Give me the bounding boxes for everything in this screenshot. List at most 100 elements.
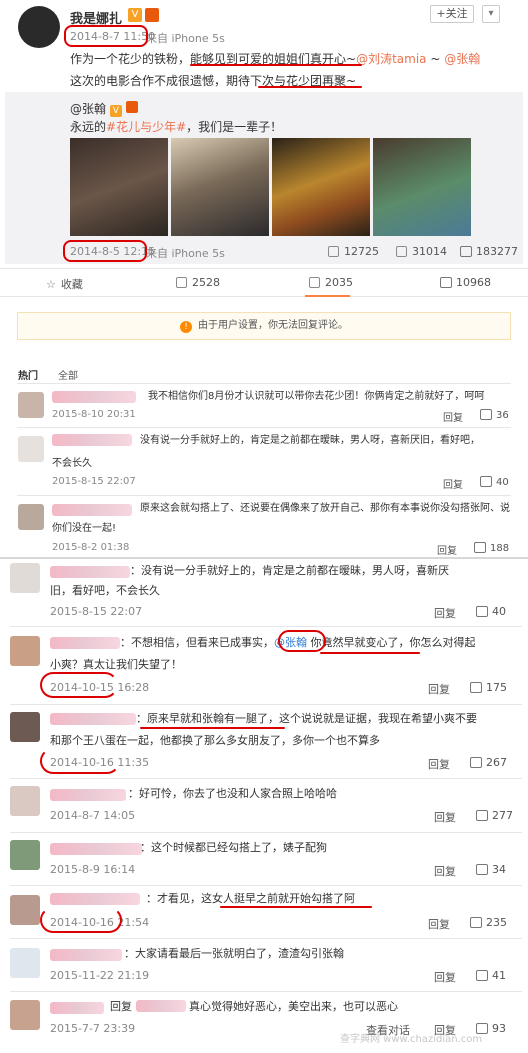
like-icon <box>440 277 452 288</box>
like-button[interactable]: 188 <box>474 542 509 554</box>
avatar[interactable] <box>10 840 40 870</box>
like-button[interactable]: 10968 <box>440 276 491 289</box>
reply-button[interactable]: 回复 <box>437 542 457 557</box>
avatar[interactable] <box>10 636 40 666</box>
photo-4[interactable] <box>373 138 471 236</box>
commenter-name[interactable] <box>52 434 132 446</box>
mention-link[interactable]: @张翰 <box>444 52 480 66</box>
mention-link[interactable]: @刘涛tamia <box>356 52 426 66</box>
highlight-ring <box>278 630 326 652</box>
photo-2[interactable] <box>171 138 269 236</box>
comment-date: 2014-8-7 14:05 <box>50 809 136 822</box>
tab-hot[interactable]: 热门 <box>18 367 38 382</box>
comment-text: ：这个时候都已经勾搭上了，婊子配狗 <box>140 841 327 854</box>
repost-stat-comment[interactable]: 31014 <box>396 245 447 258</box>
comment-text: 回复 真心觉得她好恶心，美空出来，也可以恶心 <box>110 1000 398 1013</box>
highlight-ring <box>40 748 120 774</box>
fav-button[interactable]: ☆ 收藏 <box>46 276 83 292</box>
highlight-underline <box>190 64 362 66</box>
commenter-name[interactable] <box>50 893 140 905</box>
commenter-name[interactable] <box>52 504 132 516</box>
avatar[interactable] <box>10 895 40 925</box>
repost-author[interactable]: @张翰 V <box>70 100 138 117</box>
highlight-underline <box>140 727 285 729</box>
like-button[interactable]: 41 <box>476 969 506 982</box>
reply-button[interactable]: 回复 <box>434 863 456 879</box>
avatar[interactable] <box>10 563 40 593</box>
comment-icon <box>309 277 320 288</box>
avatar[interactable] <box>10 712 40 742</box>
reply-button[interactable]: 回复 <box>434 809 456 825</box>
highlight-ring <box>64 25 148 47</box>
vip-icon <box>145 8 159 22</box>
comment-date: 2015-8-2 01:38 <box>52 542 130 553</box>
reply-button[interactable]: 回复 <box>428 756 450 772</box>
repost-button[interactable]: 2528 <box>176 276 220 289</box>
like-icon <box>470 682 482 693</box>
more-chevron-icon[interactable]: ▾ <box>482 5 500 23</box>
reply-button[interactable]: 回复 <box>428 681 450 697</box>
like-icon <box>474 542 486 553</box>
like-icon <box>470 757 482 768</box>
like-icon <box>476 810 488 821</box>
reply-button[interactable]: 回复 <box>428 916 450 932</box>
avatar[interactable] <box>18 504 44 530</box>
comment-date: 2015-8-9 16:14 <box>50 863 136 876</box>
reply-target-name[interactable] <box>135 1000 186 1012</box>
comment-text: 原来这会就勾搭上了、还说要在偶像来了放开自己、那你有本事说你没勾搭张阿、说 <box>140 503 510 514</box>
repost-icon <box>176 277 187 288</box>
photo-3[interactable] <box>272 138 370 236</box>
reply-button[interactable]: 回复 <box>434 969 456 985</box>
verified-icon: V <box>109 105 122 117</box>
commenter-name[interactable] <box>50 789 126 801</box>
avatar[interactable] <box>18 392 44 418</box>
like-button[interactable]: 40 <box>480 476 509 488</box>
repost-stat-like[interactable]: 183277 <box>460 245 518 258</box>
commenter-name[interactable] <box>50 843 142 855</box>
commenter-name[interactable] <box>50 713 136 725</box>
follow-button[interactable]: +关注 <box>430 5 474 23</box>
commenter-name[interactable] <box>50 566 130 578</box>
like-button[interactable]: 34 <box>476 863 506 876</box>
avatar[interactable] <box>18 6 60 48</box>
highlight-underline <box>258 86 362 88</box>
hashtag-link[interactable]: #花儿与少年# <box>106 120 186 134</box>
comment-text-cont: 不会长久 <box>52 458 92 469</box>
comment-date: 2015-8-10 20:31 <box>52 409 136 420</box>
commenter-name[interactable] <box>50 637 120 649</box>
like-button[interactable]: 175 <box>470 681 507 694</box>
avatar[interactable] <box>10 1000 40 1030</box>
tab-all[interactable]: 全部 <box>58 367 78 382</box>
commenter-name[interactable] <box>50 1002 104 1014</box>
like-icon <box>476 864 488 875</box>
comment-button[interactable]: 2035 <box>309 276 353 289</box>
star-icon: ☆ <box>46 278 56 291</box>
like-button[interactable]: 235 <box>470 916 507 929</box>
reply-button[interactable]: 回复 <box>443 409 463 424</box>
like-icon <box>480 409 492 420</box>
comment-text: ：没有说一分手就好上的，肯定是之前都在暧昧，男人呀，喜新厌 <box>130 564 449 577</box>
comment-text: 没有说一分手就好上的，肯定是之前都在暧昧，男人呀，喜新厌旧，看好吧， <box>140 435 480 446</box>
avatar[interactable] <box>10 786 40 816</box>
photo-1[interactable] <box>70 138 168 236</box>
post-source[interactable]: 来自 iPhone 5s <box>146 30 225 46</box>
like-button[interactable]: 36 <box>480 409 509 421</box>
highlight-ring <box>63 240 147 262</box>
repost-stat-forward[interactable]: 12725 <box>328 245 379 258</box>
comment-text: 我不相信你们8月份才认识就可以带你去花少团！你俩肯定之前就好了，呵呵 <box>148 391 485 402</box>
comment-date: 2015-8-15 22:07 <box>52 476 136 487</box>
avatar[interactable] <box>18 436 44 462</box>
commenter-name[interactable] <box>50 949 122 961</box>
avatar[interactable] <box>10 948 40 978</box>
like-button[interactable]: 277 <box>476 809 513 822</box>
reply-button[interactable]: 回复 <box>443 476 463 491</box>
like-button[interactable]: 267 <box>470 756 507 769</box>
comment-text: ：大家请看最后一张就明白了，渣渣勾引张翰 <box>124 947 344 960</box>
comment-text: ：才看见，这女人挺早之前就开始勾搭了阿 <box>146 892 355 905</box>
commenter-name[interactable] <box>52 391 136 403</box>
repost-source[interactable]: 来自 iPhone 5s <box>146 245 225 261</box>
like-button[interactable]: 40 <box>476 605 506 618</box>
comment-text-cont: 小爽？真太让我们失望了！ <box>50 658 182 671</box>
reply-button[interactable]: 回复 <box>434 605 456 621</box>
site-watermark: 查字典网 www.chazidian.com <box>340 1034 483 1045</box>
